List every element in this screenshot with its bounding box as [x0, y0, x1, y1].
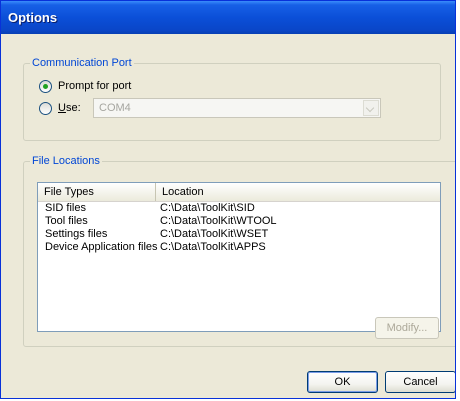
file-locations-list[interactable]: File Types Location SID files C:\Data\To…: [37, 182, 441, 332]
list-header: File Types Location: [38, 183, 440, 202]
list-item[interactable]: Settings files C:\Data\ToolKit\WSET: [38, 228, 440, 241]
column-header-location[interactable]: Location: [156, 183, 436, 201]
column-header-file-types[interactable]: File Types: [38, 183, 156, 201]
location-cell: C:\Data\ToolKit\WTOOL: [160, 215, 277, 227]
port-select[interactable]: COM4: [93, 98, 381, 118]
radio-checked-icon[interactable]: [39, 80, 52, 93]
use-label: Use:: [58, 102, 81, 114]
port-select-value: COM4: [99, 102, 131, 114]
title-bar[interactable]: Options: [1, 1, 455, 34]
file-locations-legend: File Locations: [30, 154, 102, 168]
list-item[interactable]: Tool files C:\Data\ToolKit\WTOOL: [38, 215, 440, 228]
file-type-cell: Settings files: [45, 228, 108, 240]
file-type-cell: Tool files: [45, 215, 88, 227]
modify-button[interactable]: Modify...: [375, 317, 439, 339]
radio-unchecked-icon[interactable]: [39, 102, 52, 115]
list-body: SID files C:\Data\ToolKit\SID Tool files…: [38, 202, 440, 254]
file-type-cell: SID files: [45, 202, 86, 214]
prompt-for-port-radio[interactable]: Prompt for port: [39, 79, 159, 95]
list-item[interactable]: Device Application files C:\Data\ToolKit…: [38, 241, 440, 254]
file-type-cell: Device Application files: [45, 241, 158, 253]
ok-button[interactable]: OK: [307, 371, 378, 393]
cancel-button[interactable]: Cancel: [385, 371, 455, 393]
location-cell: C:\Data\ToolKit\SID: [160, 202, 255, 214]
location-cell: C:\Data\ToolKit\WSET: [160, 228, 269, 240]
window-title: Options: [8, 10, 58, 25]
chevron-down-icon[interactable]: [363, 100, 379, 116]
location-cell: C:\Data\ToolKit\APPS: [160, 241, 266, 253]
communication-port-legend: Communication Port: [30, 56, 134, 70]
prompt-for-port-label: Prompt for port: [58, 80, 132, 92]
use-port-radio[interactable]: Use:: [39, 101, 89, 117]
options-dialog: Options Communication Port Prompt for po…: [0, 0, 456, 399]
list-item[interactable]: SID files C:\Data\ToolKit\SID: [38, 202, 440, 215]
